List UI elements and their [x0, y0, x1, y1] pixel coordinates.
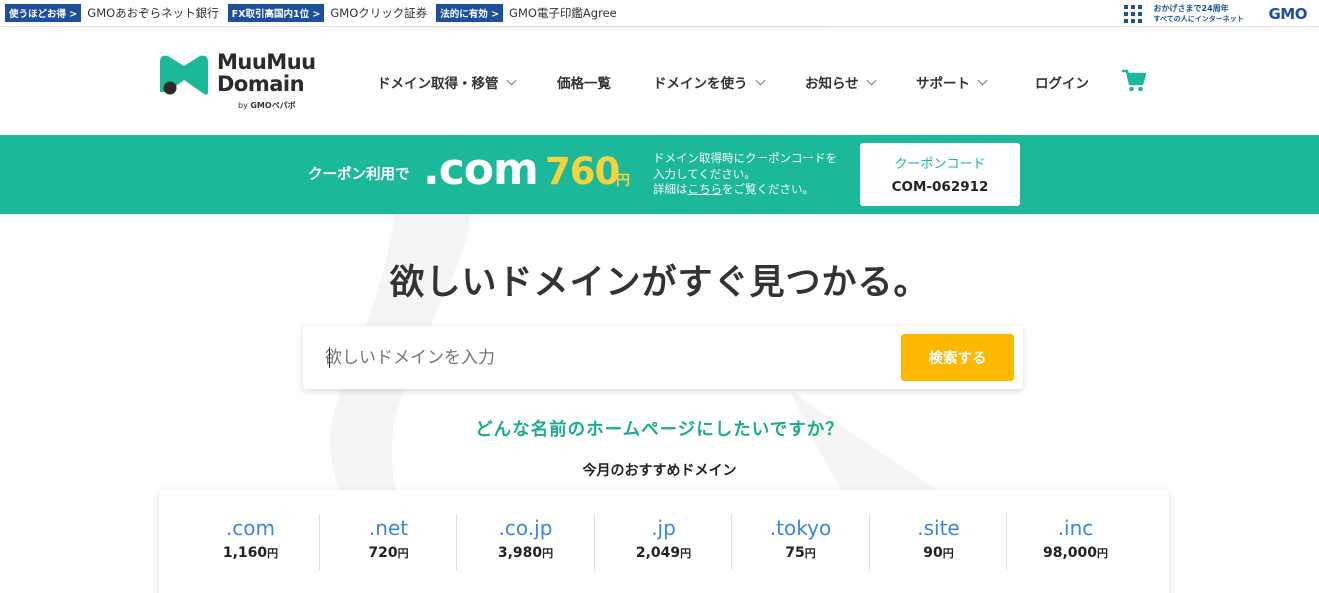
nav-news[interactable]: お知らせ: [805, 72, 877, 92]
nav-label: ドメインを使う: [653, 76, 748, 92]
domain-price-value: 3,980: [497, 545, 543, 561]
coupon-code-label: クーポンコード: [894, 157, 986, 172]
domain-price-value: 90: [923, 545, 943, 561]
domain-price: 3,980円: [457, 545, 594, 561]
coupon-note-post: をご覧ください。: [722, 182, 814, 196]
nav-label: ログイン: [1035, 76, 1089, 92]
nav-label: 価格一覧: [557, 76, 611, 92]
domain-card-jp[interactable]: .jp 2,049円: [595, 514, 732, 572]
coupon-yen: 円: [616, 173, 630, 189]
chevron-down-icon: [866, 75, 877, 85]
coupon-note-line1: ドメイン取得時にクーポンコードを: [653, 151, 837, 165]
hero-title: 欲しいドメインがすぐ見つかる。: [389, 263, 930, 303]
domain-tld: .net: [368, 516, 409, 540]
search-button[interactable]: 検索する: [901, 334, 1014, 381]
domain-price-unit: 円: [680, 547, 692, 560]
promo-tag: FX取引高国内1位 >: [227, 4, 325, 22]
main-nav: ドメイン取得・移管 価格一覧 ドメインを使う お知らせ サポート ログイン: [0, 28, 1319, 135]
domain-tld: .jp: [651, 516, 676, 540]
domain-card-inc[interactable]: .inc 98,000円: [1007, 514, 1144, 572]
slogan-line2: すべての人にインターネット: [1153, 14, 1244, 23]
gmo-promo-agree[interactable]: 法的に有効 > GMO電子印鑑Agree: [431, 0, 620, 27]
domain-price: 2,049円: [595, 545, 732, 561]
domain-card-net[interactable]: .net 720円: [320, 514, 457, 572]
domain-price: 98,000円: [1007, 545, 1144, 561]
domain-price: 75円: [732, 545, 869, 561]
nav-domain-acquire[interactable]: ドメイン取得・移管: [377, 72, 516, 92]
domain-card-cojp[interactable]: .co.jp 3,980円: [457, 514, 594, 572]
domain-price: 1,160円: [182, 545, 319, 561]
domain-price-unit: 円: [942, 547, 954, 560]
domain-search-input[interactable]: [325, 338, 885, 378]
gmo-promo-click[interactable]: FX取引高国内1位 > GMOクリック証券: [223, 0, 432, 27]
promo-site: GMOクリック証券: [330, 6, 428, 20]
coupon-note-line2: 入力してください。: [653, 166, 756, 181]
gmo-logo[interactable]: GMO: [1269, 5, 1308, 23]
chevron-down-icon: [755, 75, 765, 85]
coupon-tld: .com: [423, 144, 539, 195]
domain-price-value: 98,000: [1042, 545, 1098, 561]
nav-label: サポート: [916, 76, 970, 92]
domain-price-unit: 円: [542, 547, 554, 560]
domain-card-tokyo[interactable]: .tokyo 75円: [732, 514, 869, 572]
slogan-line1: おかげさまで24周年: [1153, 3, 1229, 13]
promo-site: GMO電子印鑑Agree: [509, 6, 617, 20]
text-caret: [329, 347, 330, 368]
promo-site: GMOあおぞらネット銀行: [87, 6, 219, 20]
domain-price-value: 1,160: [222, 545, 268, 561]
coupon-price: 760: [545, 150, 620, 193]
nav-support[interactable]: サポート: [916, 72, 988, 92]
nav-use-domain[interactable]: ドメインを使う: [653, 72, 765, 92]
coupon-note: ドメイン取得時にクーポンコードを 入力してください。 詳細はこちらをご覧ください…: [653, 151, 853, 198]
cart-icon[interactable]: [1122, 68, 1146, 94]
coupon-details-link[interactable]: こちら: [688, 182, 723, 196]
chevron-down-icon: [506, 75, 516, 85]
nav-label: ドメイン取得・移管: [377, 76, 499, 92]
domain-price-value: 2,049: [635, 545, 681, 561]
domain-price: 90円: [870, 545, 1007, 561]
domain-tld: .tokyo: [769, 516, 832, 540]
domain-price-value: 75: [785, 545, 805, 561]
coupon-code-box[interactable]: クーポンコード COM-062912: [860, 143, 1020, 206]
coupon-banner[interactable]: クーポン利用で .com 760 円 ドメイン取得時にクーポンコードを 入力して…: [0, 135, 1319, 214]
domain-price-unit: 円: [397, 547, 409, 560]
domain-card-com[interactable]: .com 1,160円: [182, 514, 319, 572]
domain-tld: .com: [225, 516, 276, 540]
domain-price-unit: 円: [1097, 547, 1109, 560]
recommend-title: 今月のおすすめドメイン: [582, 463, 737, 479]
domain-price-unit: 円: [804, 547, 816, 560]
promo-tag: 使うほどお得 >: [5, 4, 82, 22]
domain-card-site[interactable]: .site 90円: [870, 514, 1007, 572]
hero-question: どんな名前のホームページにしたいですか？: [475, 420, 844, 440]
promo-tag: 法的に有効 >: [436, 4, 504, 22]
coupon-lead: クーポン利用で: [308, 167, 410, 183]
domain-tld: .co.jp: [498, 516, 553, 540]
recommended-domains: .com 1,160円 .net 720円 .co.jp 3,980円 .jp …: [159, 490, 1169, 593]
domain-tld: .site: [917, 516, 960, 540]
gmo-group-bar: 使うほどお得 > GMOあおぞらネット銀行 FX取引高国内1位 > GMOクリッ…: [0, 0, 1319, 27]
domain-tld: .inc: [1057, 516, 1094, 540]
nav-login[interactable]: ログイン: [1035, 72, 1089, 92]
domain-price: 720円: [320, 545, 457, 561]
domain-price-value: 720: [368, 545, 398, 561]
nav-price-list[interactable]: 価格一覧: [557, 72, 611, 92]
nav-label: お知らせ: [805, 76, 859, 92]
gmo-slogan: おかげさまで24周年 すべての人にインターネット: [1154, 4, 1249, 24]
domain-search-box: 検索する: [303, 326, 1023, 389]
chevron-down-icon: [977, 75, 988, 85]
service-grid-icon[interactable]: [1123, 4, 1142, 23]
coupon-code-value: COM-062912: [891, 179, 989, 195]
site-header: MuuMuu Domain by GMOペパボ ドメイン取得・移管 価格一覧 ド…: [0, 28, 1319, 135]
coupon-note-pre: 詳細は: [653, 182, 688, 196]
domain-price-unit: 円: [267, 547, 279, 560]
gmo-promo-bank[interactable]: 使うほどお得 > GMOあおぞらネット銀行: [0, 0, 223, 27]
